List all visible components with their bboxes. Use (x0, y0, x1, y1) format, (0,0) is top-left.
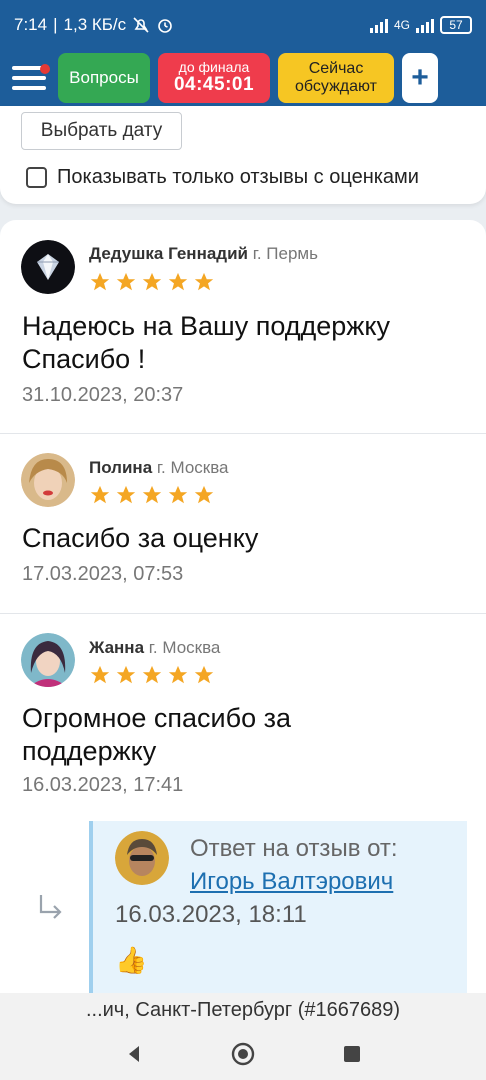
star-icon (90, 272, 110, 291)
network-type: 4G (393, 18, 410, 32)
status-time: 7:14 (14, 15, 48, 34)
avatar[interactable] (21, 453, 75, 507)
star-icon (116, 272, 136, 291)
recents-icon[interactable] (341, 1043, 363, 1065)
star-icon (142, 485, 162, 504)
reply-arrow-icon (39, 895, 62, 919)
review-date: 31.10.2023, 20:37 (22, 384, 184, 406)
home-icon[interactable] (230, 1041, 256, 1067)
author-line: Полина г. Москва (89, 458, 229, 478)
menu-icon[interactable] (10, 58, 50, 98)
star-icon (90, 665, 110, 684)
filter-card: Выбрать дату Показывать только отзывы с … (0, 106, 486, 204)
thumbs-up-icon: 👍 (115, 945, 148, 975)
star-icon (116, 485, 136, 504)
questions-button[interactable]: Вопросы (58, 53, 150, 103)
battery-icon: 57 (440, 16, 472, 34)
review-text: Огромное спасибо за поддержку (22, 703, 291, 766)
author-city: г. Москва (148, 638, 221, 657)
avatar[interactable] (21, 240, 75, 294)
star-icon (194, 272, 214, 291)
notification-dot (40, 64, 50, 74)
review-item: Полина г. Москва Спасибо за оценку 17.03… (0, 434, 486, 614)
rating-stars (89, 271, 215, 293)
alarm-icon (158, 19, 172, 33)
author-city: г. Пермь (252, 244, 318, 263)
reply-author-link[interactable]: Игорь Валтэрович (190, 868, 393, 896)
star-icon (168, 665, 188, 684)
review-text: Спасибо за оценку (22, 523, 259, 553)
discuss-line1: Сейчас (308, 59, 364, 77)
author-name[interactable]: Жанна (89, 638, 144, 657)
final-countdown-button[interactable]: до финала 04:45:01 (158, 53, 270, 103)
muted-alarm-icon (133, 17, 149, 33)
star-icon (168, 485, 188, 504)
bottom-banner[interactable]: ...ич, Санкт-Петербург (#1667689) (0, 993, 486, 1027)
star-icon (194, 665, 214, 684)
status-speed: 1,3 КБ/с (63, 15, 127, 34)
author-city: г. Москва (156, 458, 229, 477)
author-line: Дедушка Геннадий г. Пермь (89, 244, 318, 264)
final-label: до финала (178, 58, 250, 75)
status-bar: 7:14 | 1,3 КБ/с 4G 57 (0, 0, 486, 50)
star-icon (142, 665, 162, 684)
review-item: Дедушка Геннадий г. Пермь Надеюсь на Ваш… (0, 220, 486, 434)
star-icon (116, 665, 136, 684)
avatar[interactable] (21, 633, 75, 687)
signal-icon-2 (416, 17, 434, 33)
final-countdown: 04:45:01 (173, 74, 255, 96)
review-text: Надеюсь на Вашу поддержку Спасибо ! (22, 311, 390, 374)
star-icon (194, 485, 214, 504)
top-nav: Вопросы до финала 04:45:01 Сейчас обсужд… (0, 50, 486, 106)
star-icon (90, 485, 110, 504)
discuss-line2: обсуждают (295, 78, 377, 95)
star-icon (142, 272, 162, 291)
author-line: Жанна г. Москва (89, 638, 220, 658)
only-rated-label: Показывать только отзывы с оценками (57, 166, 419, 188)
system-nav-bar (0, 1027, 486, 1080)
rating-stars (89, 484, 215, 506)
rating-stars (89, 664, 215, 686)
review-date: 16.03.2023, 17:41 (22, 774, 184, 796)
star-icon (168, 272, 188, 291)
only-rated-checkbox[interactable] (26, 167, 47, 188)
author-name[interactable]: Полина (89, 458, 152, 477)
signal-icon (369, 17, 388, 33)
back-icon[interactable] (123, 1043, 145, 1065)
author-name[interactable]: Дедушка Геннадий (89, 244, 248, 263)
add-button[interactable]: + (402, 53, 438, 103)
discussing-now-button[interactable]: Сейчас обсуждают (278, 53, 394, 103)
review-date: 17.03.2023, 07:53 (22, 563, 184, 585)
choose-date-button[interactable]: Выбрать дату (21, 112, 182, 150)
reply-box: Ответ на отзыв от: Игорь Валтэрович 16.0… (89, 821, 467, 1000)
reviews-list: Дедушка Геннадий г. Пермь Надеюсь на Ваш… (0, 220, 486, 1000)
only-rated-filter[interactable]: Показывать только отзывы с оценками (26, 166, 419, 189)
reply-date: 16.03.2023, 18:11 (115, 901, 307, 928)
reply-avatar[interactable] (115, 831, 169, 885)
reply-title: Ответ на отзыв от: (190, 835, 398, 862)
